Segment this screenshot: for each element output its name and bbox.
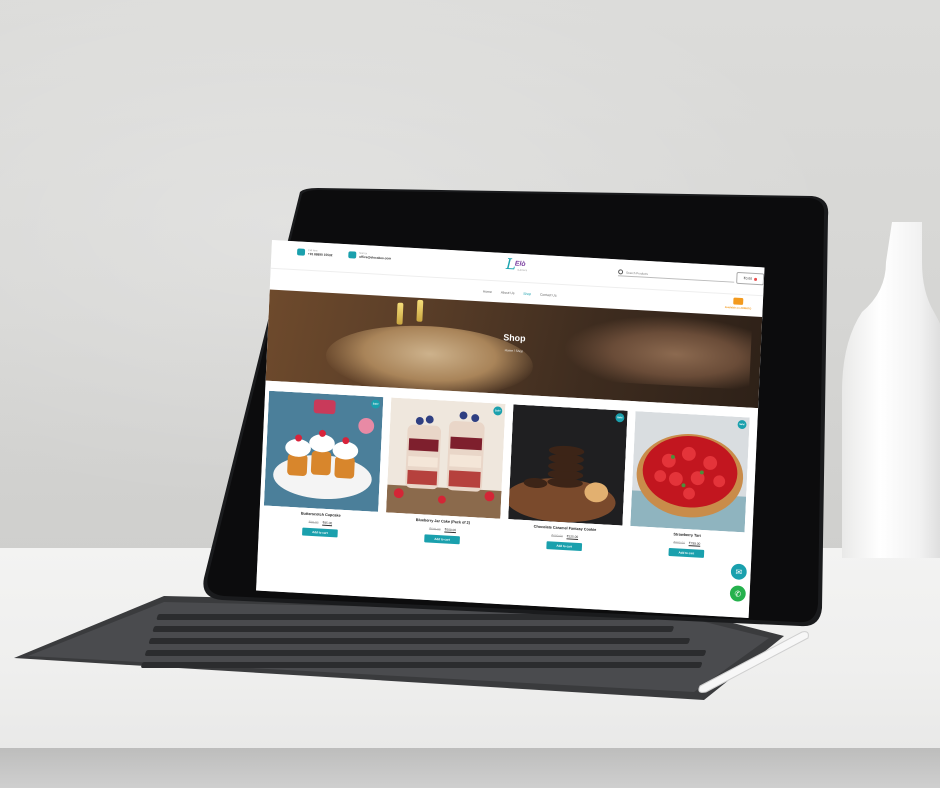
tablet-screen: Call Now +91 88890 15532 Mail Us office@…: [256, 240, 765, 618]
search-input[interactable]: [625, 270, 725, 280]
product-price: ₹880.00 ₹799.00: [630, 538, 744, 548]
cart-icon: [753, 277, 758, 281]
product-price: ₹649.00 ₹600.00: [385, 524, 499, 534]
mail-float-button[interactable]: ✉: [730, 563, 748, 581]
mail-icon: ✉: [735, 567, 743, 577]
product-card[interactable]: Sale! Strawberry Tart ₹880.00 ₹799.00 Ad…: [628, 411, 750, 576]
add-to-cart-button[interactable]: Add to cart: [424, 534, 460, 545]
old-price: ₹649.00: [428, 526, 441, 532]
main-nav: Home About Us Shop Contact Us: [483, 290, 557, 298]
add-to-cart-button[interactable]: Add to cart: [302, 527, 338, 538]
logo-subtitle: CAKES: [517, 269, 528, 273]
phone-contact[interactable]: Call Now +91 88890 15532: [296, 248, 333, 258]
product-image[interactable]: [630, 411, 750, 533]
search-bar[interactable]: [617, 268, 735, 283]
email-address: office@elocakes.com: [359, 254, 392, 261]
product-price: ₹99.00 ₹95.00: [263, 517, 377, 527]
delivery-text: Available on ZOMATO: [724, 305, 752, 311]
add-to-cart-button[interactable]: Add to cart: [668, 548, 705, 558]
search-icon: [618, 269, 624, 275]
zomato-delivery[interactable]: Available on ZOMATO: [718, 297, 758, 311]
nav-contact[interactable]: Contact Us: [540, 293, 557, 298]
product-image[interactable]: [263, 390, 384, 512]
product-price: ₹600.00 ₹525.00: [507, 531, 621, 541]
old-price: ₹600.00: [551, 533, 563, 539]
whatsapp-icon: ✆: [734, 588, 742, 599]
product-card[interactable]: Sale! Butterscotch Cupcake ₹99.00 ₹95.00…: [261, 390, 384, 556]
old-price: ₹99.00: [308, 519, 319, 525]
delivery-icon: [733, 297, 744, 306]
candle-image: [396, 302, 404, 325]
product-image[interactable]: [386, 397, 506, 519]
new-price: ₹600.00: [444, 527, 457, 533]
old-price: ₹880.00: [673, 540, 685, 545]
new-price: ₹525.00: [566, 534, 579, 539]
cart-amount: ₹0.00: [743, 276, 753, 281]
site-logo[interactable]: L Elò CAKES: [505, 255, 535, 276]
mail-icon: [348, 251, 357, 259]
email-contact[interactable]: Mail Us office@elocakes.com: [348, 251, 392, 261]
product-grid: Sale! Butterscotch Cupcake ₹99.00 ₹95.00…: [256, 380, 759, 618]
new-price: ₹95.00: [322, 520, 333, 526]
stylus-pencil: [698, 631, 809, 693]
add-to-cart-button[interactable]: Add to cart: [546, 541, 583, 552]
nav-shop[interactable]: Shop: [523, 292, 531, 296]
phone-icon: [296, 248, 306, 256]
white-vase: [842, 222, 940, 558]
desk-edge: [0, 748, 940, 788]
phone-number: +91 88890 15532: [307, 251, 333, 258]
product-image[interactable]: [508, 404, 628, 526]
logo-name: Elò: [514, 260, 526, 269]
nav-home[interactable]: Home: [483, 290, 492, 294]
candle-image: [416, 299, 424, 322]
whatsapp-float-button[interactable]: ✆: [729, 585, 747, 602]
product-card[interactable]: Sale! Blueberry Jar Cake (Pack of 2) ₹64…: [384, 397, 506, 563]
nav-about[interactable]: About Us: [501, 290, 515, 295]
new-price: ₹799.00: [688, 541, 701, 546]
cart-button[interactable]: ₹0.00: [736, 271, 765, 286]
product-card[interactable]: Sale! Chocolate Caramel Fantasy Cookie ₹…: [506, 404, 628, 570]
